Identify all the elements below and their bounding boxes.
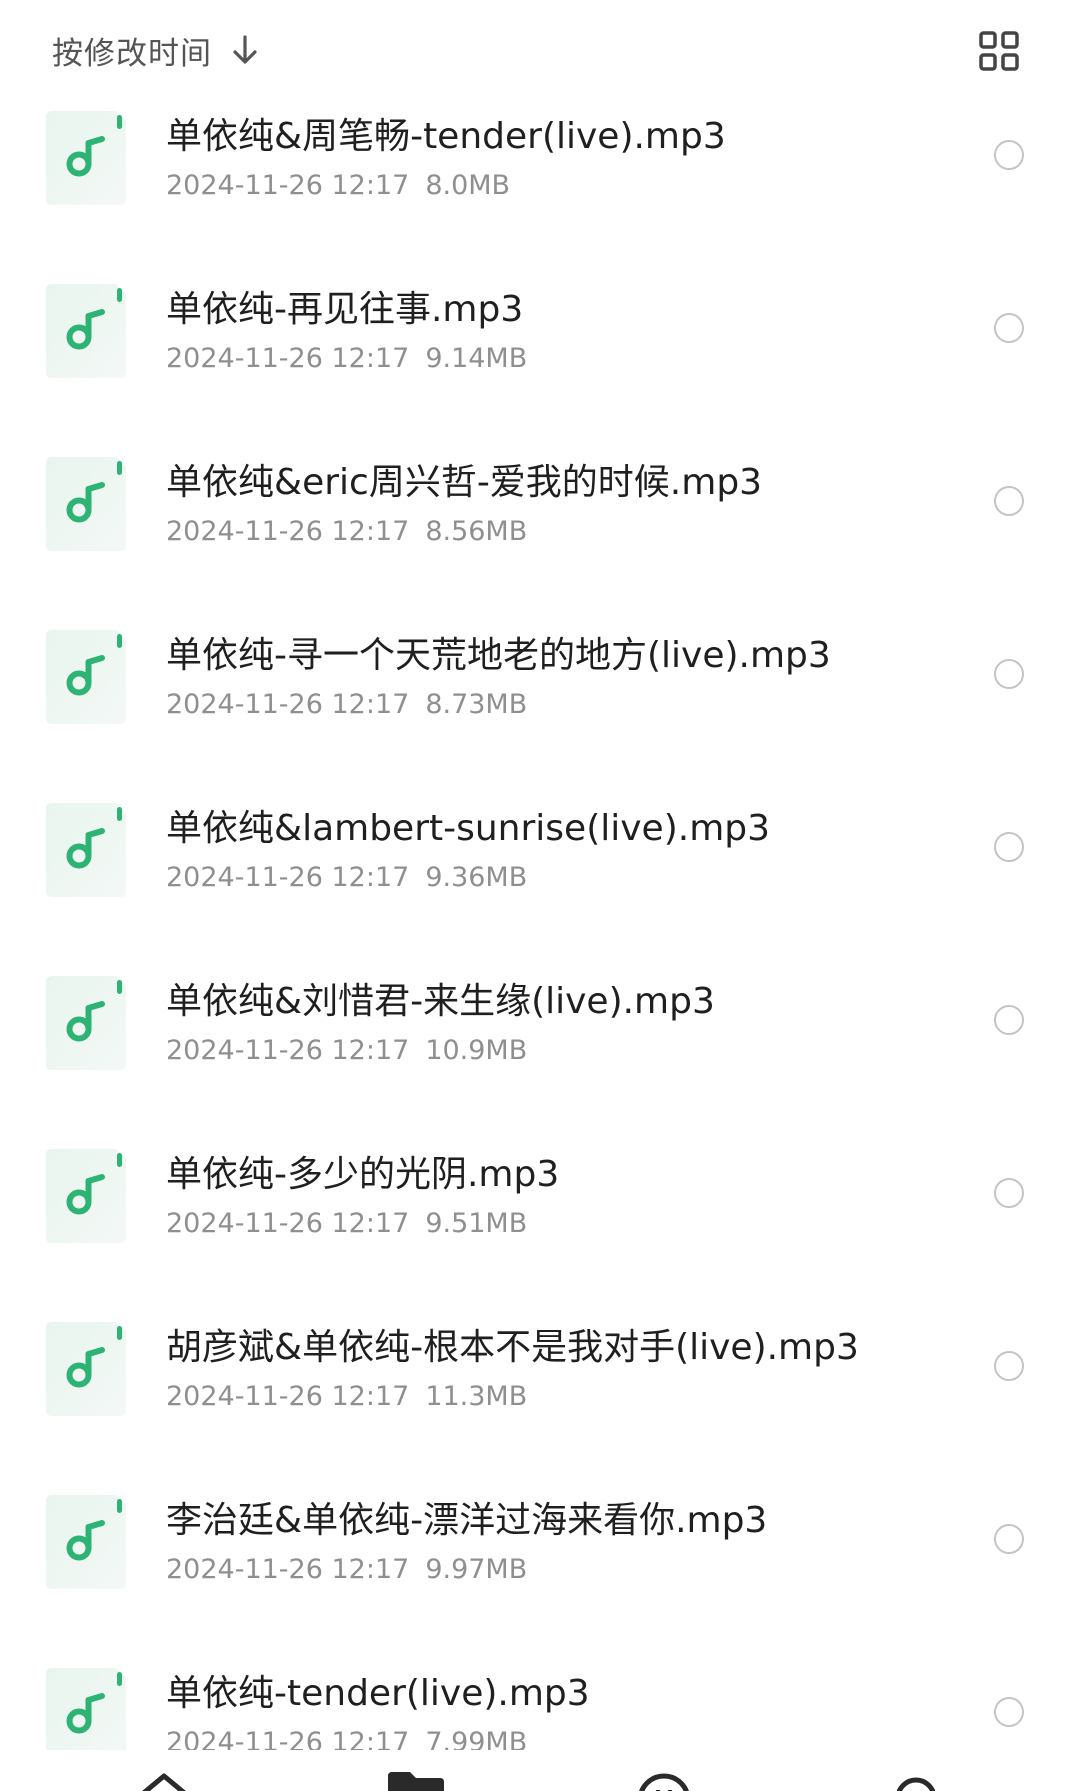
file-list-item[interactable]: 单依纯-再见往事.mp3 2024-11-26 12:17 9.14MB bbox=[0, 273, 1080, 446]
file-name: 李治廷&单依纯-漂洋过海来看你.mp3 bbox=[166, 1500, 768, 1541]
file-list-item[interactable]: 李治廷&单依纯-漂洋过海来看你.mp3 2024-11-26 12:17 9.97… bbox=[0, 1484, 1080, 1657]
file-list-item[interactable]: 胡彦斌&单依纯-根本不是我对手(live).mp3 2024-11-26 12:… bbox=[0, 1311, 1080, 1484]
file-list-item[interactable]: 单依纯&周笔畅-tender(live).mp3 2024-11-26 12:1… bbox=[0, 100, 1080, 273]
sort-label: 按修改时间 bbox=[52, 35, 212, 72]
file-list-item[interactable]: 单依纯&eric周兴哲-爱我的时候.mp3 2024-11-26 12:17 8.… bbox=[0, 446, 1080, 619]
audio-file-icon bbox=[46, 111, 126, 205]
audio-file-icon bbox=[46, 1149, 126, 1243]
file-date: 2024-11-26 12:17 bbox=[166, 170, 410, 201]
file-name: 单依纯&lambert-sunrise(live).mp3 bbox=[166, 808, 771, 849]
file-name: 单依纯-多少的光阴.mp3 bbox=[166, 1154, 560, 1195]
audio-file-icon bbox=[46, 1322, 126, 1416]
home-icon[interactable] bbox=[134, 1770, 194, 1791]
file-meta: 2024-11-26 12:17 9.97MB bbox=[166, 1552, 527, 1588]
toolbar: 按修改时间 bbox=[0, 0, 1080, 100]
file-name: 单依纯&eric周兴哲-爱我的时候.mp3 bbox=[166, 462, 763, 503]
file-list: 单依纯&周笔畅-tender(live).mp3 2024-11-26 12:1… bbox=[0, 100, 1080, 1750]
file-size: 10.9MB bbox=[425, 1035, 528, 1066]
file-date: 2024-11-26 12:17 bbox=[166, 343, 410, 374]
audio-file-icon bbox=[46, 630, 126, 724]
file-list-item[interactable]: 单依纯&刘惜君-来生缘(live).mp3 2024-11-26 12:17 10… bbox=[0, 965, 1080, 1138]
file-name: 单依纯-tender(live).mp3 bbox=[166, 1673, 590, 1714]
audio-file-icon bbox=[46, 976, 126, 1070]
file-name: 单依纯&刘惜君-来生缘(live).mp3 bbox=[166, 981, 715, 1022]
select-radio[interactable] bbox=[994, 1697, 1024, 1727]
select-radio[interactable] bbox=[994, 1351, 1024, 1381]
file-date: 2024-11-26 12:17 bbox=[166, 1035, 410, 1066]
file-size: 11.3MB bbox=[425, 1381, 528, 1412]
audio-file-icon bbox=[46, 284, 126, 378]
audio-file-icon bbox=[46, 1495, 126, 1589]
search-icon[interactable] bbox=[886, 1770, 946, 1791]
file-size: 9.14MB bbox=[425, 343, 528, 374]
audio-file-icon bbox=[46, 803, 126, 897]
file-date: 2024-11-26 12:17 bbox=[166, 516, 410, 547]
select-radio[interactable] bbox=[994, 1524, 1024, 1554]
file-list-item[interactable]: 单依纯-多少的光阴.mp3 2024-11-26 12:17 9.51MB bbox=[0, 1138, 1080, 1311]
file-name: 单依纯-再见往事.mp3 bbox=[166, 289, 524, 330]
select-radio[interactable] bbox=[994, 140, 1024, 170]
file-name: 胡彦斌&单依纯-根本不是我对手(live).mp3 bbox=[166, 1327, 859, 1368]
file-name: 单依纯&周笔畅-tender(live).mp3 bbox=[166, 116, 726, 157]
file-date: 2024-11-26 12:17 bbox=[166, 689, 410, 720]
audio-file-icon bbox=[46, 457, 126, 551]
select-radio[interactable] bbox=[994, 1178, 1024, 1208]
file-name: 单依纯-寻一个天荒地老的地方(live).mp3 bbox=[166, 635, 831, 676]
file-meta: 2024-11-26 12:17 10.9MB bbox=[166, 1033, 527, 1069]
file-date: 2024-11-26 12:17 bbox=[166, 1208, 410, 1239]
file-meta: 2024-11-26 12:17 8.56MB bbox=[166, 514, 527, 550]
grid-view-icon[interactable] bbox=[978, 30, 1020, 72]
select-radio[interactable] bbox=[994, 313, 1024, 343]
file-meta: 2024-11-26 12:17 9.36MB bbox=[166, 860, 527, 896]
folder-icon[interactable] bbox=[386, 1770, 446, 1791]
file-date: 2024-11-26 12:17 bbox=[166, 1727, 410, 1750]
select-radio[interactable] bbox=[994, 1005, 1024, 1035]
file-meta: 2024-11-26 12:17 8.0MB bbox=[166, 168, 510, 204]
file-date: 2024-11-26 12:17 bbox=[166, 1381, 410, 1412]
file-size: 9.51MB bbox=[425, 1208, 528, 1239]
file-size: 8.56MB bbox=[425, 516, 528, 547]
file-list-item[interactable]: 单依纯-寻一个天荒地老的地方(live).mp3 2024-11-26 12:1… bbox=[0, 619, 1080, 792]
file-list-item[interactable]: 单依纯-tender(live).mp3 2024-11-26 12:17 7.9… bbox=[0, 1657, 1080, 1750]
audio-file-icon bbox=[46, 1668, 126, 1750]
sort-by-modified-time-button[interactable]: 按修改时间 bbox=[52, 26, 260, 74]
select-radio[interactable] bbox=[994, 832, 1024, 862]
play-circle-icon[interactable] bbox=[634, 1770, 694, 1791]
select-radio[interactable] bbox=[994, 659, 1024, 689]
bottom-navigation-bar bbox=[0, 1750, 1080, 1791]
file-size: 9.97MB bbox=[425, 1554, 528, 1585]
file-meta: 2024-11-26 12:17 8.73MB bbox=[166, 687, 527, 723]
arrow-down-icon bbox=[233, 35, 257, 64]
file-size: 7.99MB bbox=[425, 1727, 528, 1750]
file-meta: 2024-11-26 12:17 11.3MB bbox=[166, 1379, 527, 1415]
file-size: 9.36MB bbox=[425, 862, 528, 893]
file-date: 2024-11-26 12:17 bbox=[166, 862, 410, 893]
file-meta: 2024-11-26 12:17 9.14MB bbox=[166, 341, 527, 377]
select-radio[interactable] bbox=[994, 486, 1024, 516]
file-size: 8.73MB bbox=[425, 689, 528, 720]
file-list-item[interactable]: 单依纯&lambert-sunrise(live).mp3 2024-11-26… bbox=[0, 792, 1080, 965]
file-meta: 2024-11-26 12:17 7.99MB bbox=[166, 1725, 527, 1750]
file-date: 2024-11-26 12:17 bbox=[166, 1554, 410, 1585]
file-meta: 2024-11-26 12:17 9.51MB bbox=[166, 1206, 527, 1242]
file-size: 8.0MB bbox=[425, 170, 511, 201]
